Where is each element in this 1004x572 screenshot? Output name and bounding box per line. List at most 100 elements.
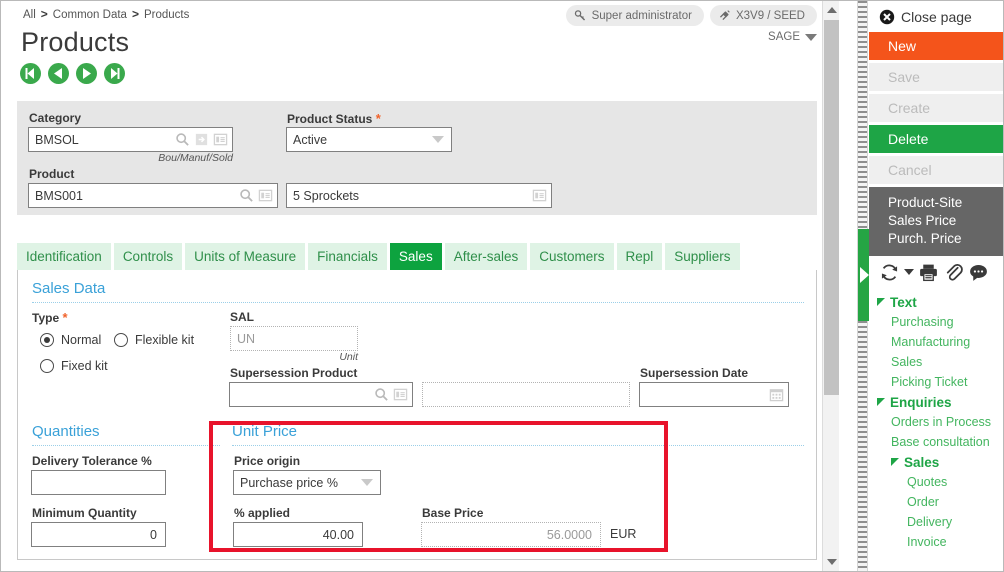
new-button[interactable]: New (869, 32, 1003, 60)
supersession-product-input[interactable] (229, 382, 413, 407)
tree-label: Text (890, 294, 917, 310)
product-input[interactable]: BMS001 (28, 183, 278, 208)
page-title: Products (21, 27, 130, 57)
tab-units-of-measure[interactable]: Units of Measure (185, 243, 306, 270)
user-chip[interactable]: Super administrator (565, 5, 704, 26)
tree-node-picking-ticket[interactable]: Picking Ticket (877, 372, 1003, 392)
tree-label: Purchasing (891, 315, 954, 329)
product-description-input[interactable]: 5 Sprockets (286, 183, 552, 208)
caret-down-icon[interactable] (904, 269, 914, 275)
radio-normal-control[interactable] (40, 333, 54, 347)
tree-node-sales-text[interactable]: Sales (877, 352, 1003, 372)
chevron-down-icon (432, 136, 444, 143)
tree-node-quotes[interactable]: Quotes (877, 472, 1003, 492)
scroll-up-button[interactable] (823, 1, 839, 19)
product-site-action[interactable]: Product-Site (888, 194, 1003, 212)
tab-identification[interactable]: Identification (17, 243, 111, 270)
selection-list-icon (258, 189, 273, 202)
tree-node-manufacturing[interactable]: Manufacturing (877, 332, 1003, 352)
tree-node-delivery[interactable]: Delivery (877, 512, 1003, 532)
section-divider (32, 445, 220, 446)
triangle-up-icon (826, 7, 837, 13)
breadcrumb-item-all[interactable]: All (23, 9, 36, 21)
scroll-down-button[interactable] (823, 553, 839, 571)
splitter-collapse-handle[interactable] (858, 229, 869, 321)
price-origin-value: Purchase price % (240, 475, 338, 490)
save-button: Save (869, 63, 1003, 91)
panel-tree-list: Text Purchasing Manufacturing Sales Pick… (869, 288, 1003, 552)
print-icon[interactable] (918, 262, 939, 283)
tab-repl[interactable]: Repl (616, 243, 663, 270)
last-record-icon[interactable] (104, 63, 125, 84)
endpoint-chip-label: X3V9 / SEED (735, 9, 805, 22)
tab-financials[interactable]: Financials (308, 243, 387, 270)
breadcrumb-item-common-data[interactable]: Common Data (53, 9, 127, 21)
tab-after-sales[interactable]: After-sales (444, 243, 528, 270)
supersession-date-label: Supersession Date (640, 366, 749, 380)
category-value: BMSOL (35, 132, 79, 147)
sales-price-action[interactable]: Sales Price (888, 212, 1003, 230)
section-title-unit-price: Unit Price (232, 423, 298, 440)
category-input[interactable]: BMSOL (28, 127, 233, 152)
sal-label: SAL (230, 310, 254, 324)
expander-icon[interactable] (877, 398, 885, 406)
calendar-icon (769, 389, 784, 402)
scrollbar-thumb[interactable] (824, 20, 839, 395)
search-icon (176, 133, 189, 146)
previous-record-icon[interactable] (48, 63, 69, 84)
tree-label: Sales (904, 454, 940, 470)
radio-fixed-kit[interactable]: Fixed kit (40, 359, 108, 373)
tree-node-sales-group[interactable]: Sales (877, 452, 1003, 472)
tree-node-base-consultation[interactable]: Base consultation (877, 432, 1003, 452)
close-page-button[interactable]: Close page (869, 1, 1003, 32)
tree-node-purchasing[interactable]: Purchasing (877, 312, 1003, 332)
section-divider (232, 445, 804, 446)
main-vertical-scrollbar[interactable] (822, 1, 839, 571)
price-origin-select[interactable]: Purchase price % (233, 470, 381, 495)
sal-value: UN (237, 331, 256, 346)
endpoint-chip[interactable]: X3V9 / SEED (709, 5, 817, 26)
comment-icon[interactable] (968, 262, 989, 283)
brand-menu[interactable]: SAGE (768, 31, 817, 43)
minimum-quantity-input[interactable]: 0 (31, 522, 166, 547)
base-price-value: 56.0000 (546, 527, 592, 542)
purch-price-action[interactable]: Purch. Price (888, 230, 1003, 248)
attachment-icon[interactable] (943, 262, 964, 283)
tab-sales[interactable]: Sales (389, 243, 442, 270)
tree-node-enquiries[interactable]: Enquiries (877, 392, 1003, 412)
expander-icon[interactable] (891, 458, 899, 466)
tab-customers[interactable]: Customers (530, 243, 614, 270)
radio-normal[interactable]: Normal (40, 333, 101, 347)
radio-flexible-kit[interactable]: Flexible kit (114, 333, 194, 347)
panel-splitter[interactable] (857, 1, 869, 571)
radio-fixed-kit-control[interactable] (40, 359, 54, 373)
selection-list-icon (393, 388, 408, 401)
delete-button[interactable]: Delete (869, 125, 1003, 153)
refresh-icon[interactable] (879, 262, 900, 283)
tab-controls[interactable]: Controls (113, 243, 183, 270)
brand-label: SAGE (768, 31, 800, 43)
supersession-date-input[interactable] (639, 382, 789, 407)
next-record-icon[interactable] (76, 63, 97, 84)
tree-label: Orders in Process (891, 415, 992, 429)
product-status-select[interactable]: Active (286, 127, 452, 152)
status-chips: Super administrator X3V9 / SEED (565, 5, 817, 26)
product-label: Product (29, 167, 75, 181)
tree-node-order[interactable]: Order (877, 492, 1003, 512)
tab-suppliers[interactable]: Suppliers (665, 243, 740, 270)
expander-icon[interactable] (877, 298, 885, 306)
cancel-button: Cancel (869, 156, 1003, 184)
triangle-right-icon (859, 267, 869, 283)
first-record-icon[interactable] (20, 63, 41, 84)
radio-flexible-kit-label: Flexible kit (135, 333, 195, 347)
percent-applied-input[interactable]: 40.00 (233, 522, 363, 547)
tree-label: Picking Ticket (891, 375, 968, 389)
breadcrumb-separator: > (40, 7, 48, 21)
delivery-tolerance-input[interactable] (31, 470, 166, 495)
required-marker: * (62, 310, 68, 325)
tree-node-invoice[interactable]: Invoice (877, 532, 1003, 552)
breadcrumb-item-products[interactable]: Products (144, 9, 189, 21)
radio-flexible-kit-control[interactable] (114, 333, 128, 347)
tree-node-orders-in-process[interactable]: Orders in Process (877, 412, 1003, 432)
tree-node-text[interactable]: Text (877, 292, 1003, 312)
